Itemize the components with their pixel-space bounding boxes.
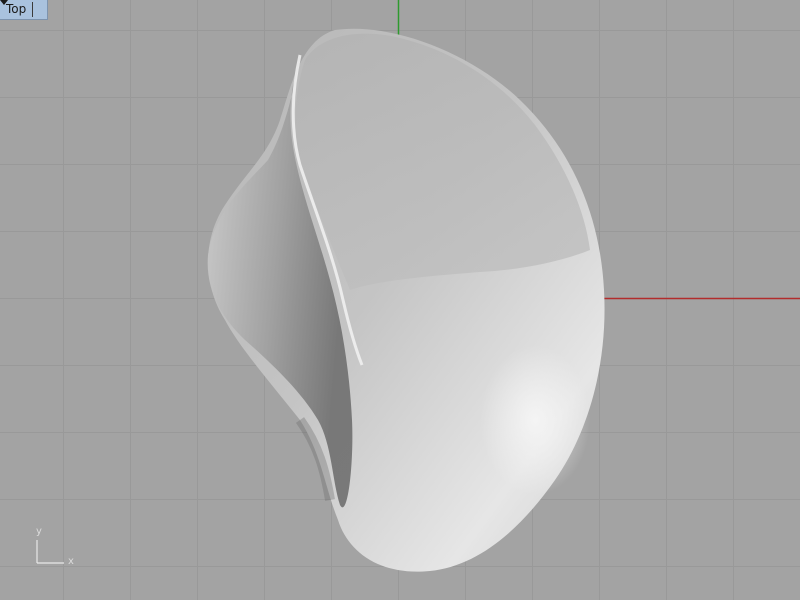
surface-top-face [295,33,590,291]
surface-highlight [480,345,590,495]
chevron-down-icon[interactable] [0,0,47,19]
viewport-canvas[interactable] [0,0,800,600]
viewport-title-tab[interactable]: Top [0,0,49,20]
axis-y-label: y [36,526,42,537]
top-viewport[interactable]: y x Top [0,0,800,600]
surface-object[interactable] [207,28,605,572]
axis-x-label: x [68,556,74,567]
axis-widget [36,540,64,564]
